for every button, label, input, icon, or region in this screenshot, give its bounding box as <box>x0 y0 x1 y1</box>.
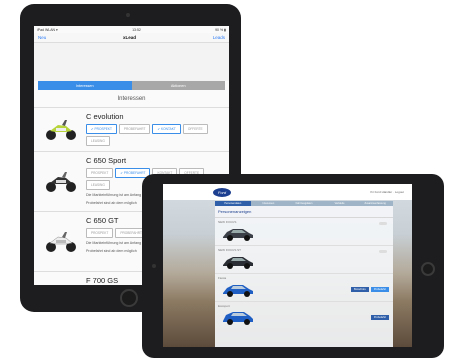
home-button[interactable] <box>421 262 435 276</box>
leads-button[interactable]: Leads <box>213 35 225 40</box>
car-image <box>223 229 253 241</box>
scooter-image <box>40 156 82 208</box>
motorcycle-image <box>40 276 82 285</box>
section-title: Personenanzeigen <box>215 206 393 218</box>
tag-prospekt[interactable]: PROSPEKT <box>86 168 114 178</box>
tag-probefahrt[interactable]: PROBEFAHRT <box>118 124 151 134</box>
car-image <box>223 285 253 297</box>
header-links[interactable]: Ihr Ford Händler · Logout <box>370 190 404 194</box>
toggle[interactable] <box>379 222 387 225</box>
tag-kontakt[interactable]: ✔ KONTAKT <box>152 124 181 134</box>
brochure-button[interactable]: Broschüre <box>351 287 369 292</box>
car-image <box>223 312 253 325</box>
tag-prospekt[interactable]: ✔ PROSPEKT <box>86 124 117 134</box>
vehicle-label: Ecosport <box>218 304 230 308</box>
navigation-bar: Neu xLead Leads <box>34 33 229 43</box>
product-name: C evolution <box>86 112 124 121</box>
segment-aktionen[interactable]: Aktionen <box>131 81 225 90</box>
product-row: C evolution ✔ PROSPEKT PROBEFAHRT ✔ KONT… <box>34 108 229 152</box>
tag-leasing[interactable]: LEASING <box>86 180 110 190</box>
tag-offerte[interactable]: OFFERTE <box>182 124 208 134</box>
battery-indicator: 90 % ▮ <box>215 27 226 32</box>
home-button[interactable] <box>120 289 138 307</box>
section-heading: Interessen <box>34 90 229 108</box>
new-button[interactable]: Neu <box>38 35 46 40</box>
vehicle-row: Ecosport Probefahrt <box>215 302 393 330</box>
clock: 13:52 <box>132 27 141 32</box>
tag-leasing[interactable]: LEASING <box>86 136 110 146</box>
carrier-label: iPad WLAN ▾ <box>37 27 58 32</box>
segmented-control: Interessen Aktionen <box>38 81 225 90</box>
ford-header: Ford Ihr Ford Händler · Logout <box>163 184 412 200</box>
ford-screen: Ford Ihr Ford Händler · Logout Personend… <box>163 184 412 347</box>
toggle[interactable] <box>379 250 387 253</box>
testdrive-button[interactable]: Probefahrt <box>370 287 389 292</box>
testdrive-button[interactable]: Probefahrt <box>370 315 389 320</box>
scooter-image <box>40 112 82 148</box>
vehicle-row: Fiesta Broschüre Probefahrt <box>215 274 393 302</box>
ford-logo: Ford <box>213 187 231 197</box>
vehicle-label: Fiesta <box>218 276 227 280</box>
vehicle-label: NEW FOCUS ST <box>218 248 241 252</box>
front-camera <box>152 264 156 268</box>
vehicle-row: NEW FOCUS ST <box>215 246 393 274</box>
status-bar: iPad WLAN ▾ 13:52 90 % ▮ <box>34 26 229 33</box>
car-image <box>223 257 253 269</box>
vehicle-label: NEW FOCUS <box>218 220 237 224</box>
tag-prospekt[interactable]: PROSPEKT <box>86 228 114 238</box>
content-panel: Personenanzeigen NEW FOCUS NEW FOCUS ST … <box>215 206 393 347</box>
product-name: C 650 Sport <box>86 156 127 165</box>
page-title: xLead <box>122 35 136 40</box>
header-spacer <box>34 43 229 81</box>
segment-interessen[interactable]: Interessen <box>38 81 132 90</box>
scooter-image <box>40 216 82 268</box>
vehicle-row: NEW FOCUS <box>215 218 393 246</box>
front-camera <box>126 13 130 17</box>
